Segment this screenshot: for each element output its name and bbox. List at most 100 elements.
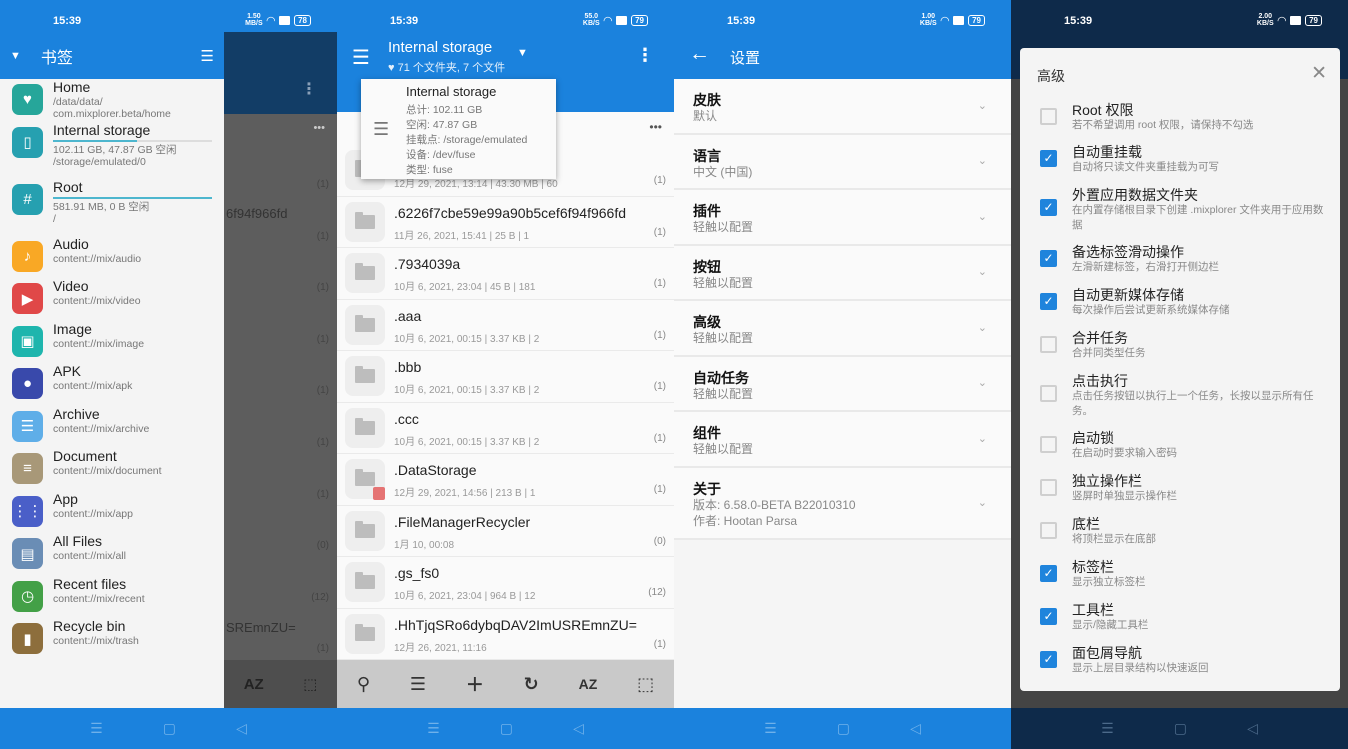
option-description: 合并同类型任务 [1072, 347, 1146, 359]
settings-item[interactable]: 高级 轻触以配置 ⌄ [674, 301, 1011, 357]
recents-icon[interactable]: ☰ [764, 720, 777, 737]
sim-icon [1290, 15, 1302, 25]
checkbox[interactable]: ✓ [1040, 250, 1057, 267]
file-row[interactable]: .FileManagerRecycler 1月 10, 00:08 (0) [337, 506, 674, 557]
checkbox[interactable] [1040, 522, 1057, 539]
close-icon[interactable]: ✕ [1311, 62, 1327, 85]
file-row[interactable]: .bbb 10月 6, 2021, 00:15 | 3.37 KB | 2 (1) [337, 351, 674, 403]
sort-az-icon[interactable]: AZ [579, 676, 598, 692]
file-row[interactable]: .gs_fs0 10月 6, 2021, 23:04 | 964 B | 12 (1… [337, 557, 674, 609]
settings-item-title: 组件 [693, 425, 721, 441]
option-title: 面包屑导航 [1072, 645, 1142, 661]
home-icon[interactable]: ▢ [1174, 720, 1187, 737]
dimmed-toolbar: AZ ⬚ [224, 660, 337, 708]
folder-icon [345, 407, 385, 448]
drawer-header: ▼ 书签 ☰ [0, 32, 224, 79]
option-title: 底栏 [1072, 516, 1100, 532]
checkbox[interactable] [1040, 479, 1057, 496]
recents-icon[interactable]: ☰ [90, 720, 103, 737]
back-icon[interactable]: ◁ [910, 720, 921, 737]
net-speed: 1.50 MB/S [245, 13, 263, 27]
bookmark-item[interactable]: ⋮⋮ App content://mix/app [0, 491, 224, 534]
settings-item[interactable]: 按钮 轻触以配置 ⌄ [674, 245, 1011, 301]
bookmark-item[interactable]: ▮ Recycle bin content://mix/trash [0, 618, 224, 661]
file-row[interactable]: .HhTjqSRo6dybqDAV2ImUSREmnZU= 12月 26, 202… [337, 609, 674, 660]
add-icon[interactable]: ＋ [466, 671, 484, 697]
bookmark-item[interactable]: ♥ Home/data/data/com.mixplorer.beta/home [0, 79, 224, 122]
more-dots-icon: ••• [313, 122, 325, 134]
checkbox[interactable] [1040, 385, 1057, 402]
advanced-dialog: 高级 ✕ Root 权限 若不希望调用 root 权限，请保持不勾选 ✓ 自动重挂载自… [1020, 48, 1340, 691]
checkbox[interactable]: ✓ [1040, 651, 1057, 668]
home-icon[interactable]: ▢ [837, 720, 850, 737]
status-bar: 15:39 1.50 MB/S ◠ 78 [0, 0, 337, 32]
more-dots-icon[interactable]: ••• [649, 120, 662, 134]
bookmark-item[interactable]: ☰ Archive content://mix/archive [0, 406, 224, 449]
folder-icon [345, 201, 385, 242]
bookmark-item[interactable]: ▤ All Files content://mix/all [0, 533, 224, 576]
option-description: 自动将只读文件夹重挂载为可写 [1072, 161, 1219, 173]
file-count: (1) [653, 638, 666, 650]
home-icon[interactable]: ▢ [500, 720, 513, 737]
settings-item[interactable]: 关于 版本: 6.58.0-BETA B22010310 作者: Hootan Pa… [674, 467, 1011, 540]
bookmark-item[interactable]: ♪ Audio content://mix/audio [0, 236, 224, 279]
chevron-down-icon: ⌄ [977, 99, 987, 112]
back-icon[interactable]: ◁ [573, 720, 584, 737]
settings-item[interactable]: 语言 中文 (中国) ⌄ [674, 134, 1011, 190]
collapse-icon[interactable]: ▼ [10, 50, 21, 62]
checkbox[interactable]: ✓ [1040, 150, 1057, 167]
bookmark-name: All Files [53, 533, 103, 549]
checkbox[interactable] [1040, 436, 1057, 453]
battery-icon: 78 [294, 14, 311, 26]
checkbox[interactable]: ✓ [1040, 293, 1057, 310]
back-arrow-icon[interactable]: ← [689, 42, 710, 66]
checkbox[interactable]: ✓ [1040, 565, 1057, 582]
menu-icon[interactable]: ☰ [352, 45, 370, 70]
refresh-icon[interactable]: ↻ [524, 674, 539, 695]
file-row[interactable]: .aaa 10月 6, 2021, 00:15 | 3.37 KB | 2 (1) [337, 300, 674, 351]
search-icon[interactable]: ⚲ [357, 674, 370, 695]
bookmark-item[interactable]: ≡ Document content://mix/document [0, 448, 224, 491]
dimmed-count: (12) [311, 592, 329, 603]
storage-title[interactable]: Internal storage [388, 39, 492, 56]
bookmark-item[interactable]: ◷ Recent files content://mix/recent [0, 576, 224, 619]
checkbox[interactable]: ✓ [1040, 608, 1057, 625]
net-speed-value: 1.50 [247, 13, 261, 20]
popup-type: 类型: fuse [406, 164, 453, 176]
file-row[interactable]: .6226f7cbe59e99a90b5cef6f94f966fd 11月 26,… [337, 197, 674, 248]
bookmark-item[interactable]: ● APK content://mix/apk [0, 363, 224, 406]
file-row[interactable]: .ccc 10月 6, 2021, 00:15 | 3.37 KB | 2 (1) [337, 403, 674, 454]
recents-icon[interactable]: ☰ [427, 720, 440, 737]
bottom-toolbar: ⚲ ☰ ＋ ↻ AZ ⬚ [337, 660, 674, 708]
sort-icon[interactable]: ☰ [201, 47, 214, 65]
select-all-icon[interactable]: ⬚ [637, 674, 654, 695]
file-row[interactable]: .DataStorage 12月 29, 2021, 14:56 | 213 B … [337, 454, 674, 506]
net-speed: 55.0 KB/S [583, 13, 600, 27]
clock-icon: ◷ [12, 580, 43, 612]
checkbox[interactable] [1040, 336, 1057, 353]
bookmark-text: Audio content://mix/audio [53, 236, 212, 265]
file-meta: 1月 10, 00:08 [394, 539, 455, 551]
home-icon[interactable]: ▢ [163, 720, 176, 737]
back-icon[interactable]: ◁ [1247, 720, 1258, 737]
settings-item[interactable]: 组件 轻触以配置 ⌄ [674, 412, 1011, 468]
bookmark-item[interactable]: # Root 581.91 MB, 0 B 空闲 / [0, 179, 224, 236]
bookmark-item[interactable]: ▣ Image content://mix/image [0, 321, 224, 364]
bookmark-item[interactable]: ▶ Video content://mix/video [0, 278, 224, 321]
option-description: 在启动时要求输入密码 [1072, 447, 1177, 459]
checkbox[interactable] [1040, 108, 1057, 125]
view-list-icon[interactable]: ☰ [410, 674, 426, 695]
settings-item[interactable]: 皮肤 默认 ⌄ [674, 79, 1011, 135]
file-row[interactable]: .7934039a 10月 6, 2021, 23:04 | 45 B | 181… [337, 248, 674, 300]
bookmark-text: Image content://mix/image [53, 321, 212, 350]
option-description: 左滑新建标签，右滑打开侧边栏 [1072, 261, 1219, 273]
back-icon[interactable]: ◁ [236, 720, 247, 737]
checkbox[interactable]: ✓ [1040, 199, 1057, 216]
dropdown-icon[interactable]: ▼ [517, 47, 528, 59]
settings-item[interactable]: 自动任务 轻触以配置 ⌄ [674, 356, 1011, 412]
settings-item[interactable]: 插件 轻触以配置 ⌄ [674, 190, 1011, 246]
more-icon[interactable]: ⋮ [636, 45, 654, 66]
recents-icon[interactable]: ☰ [1101, 720, 1114, 737]
option-description: 点击任务按钮以执行上一个任务，长按以显示所有任务。 [1072, 390, 1314, 417]
bookmark-item[interactable]: ▯ Internal storage 102.11 GB, 47.87 GB 空闲 /… [0, 122, 224, 179]
